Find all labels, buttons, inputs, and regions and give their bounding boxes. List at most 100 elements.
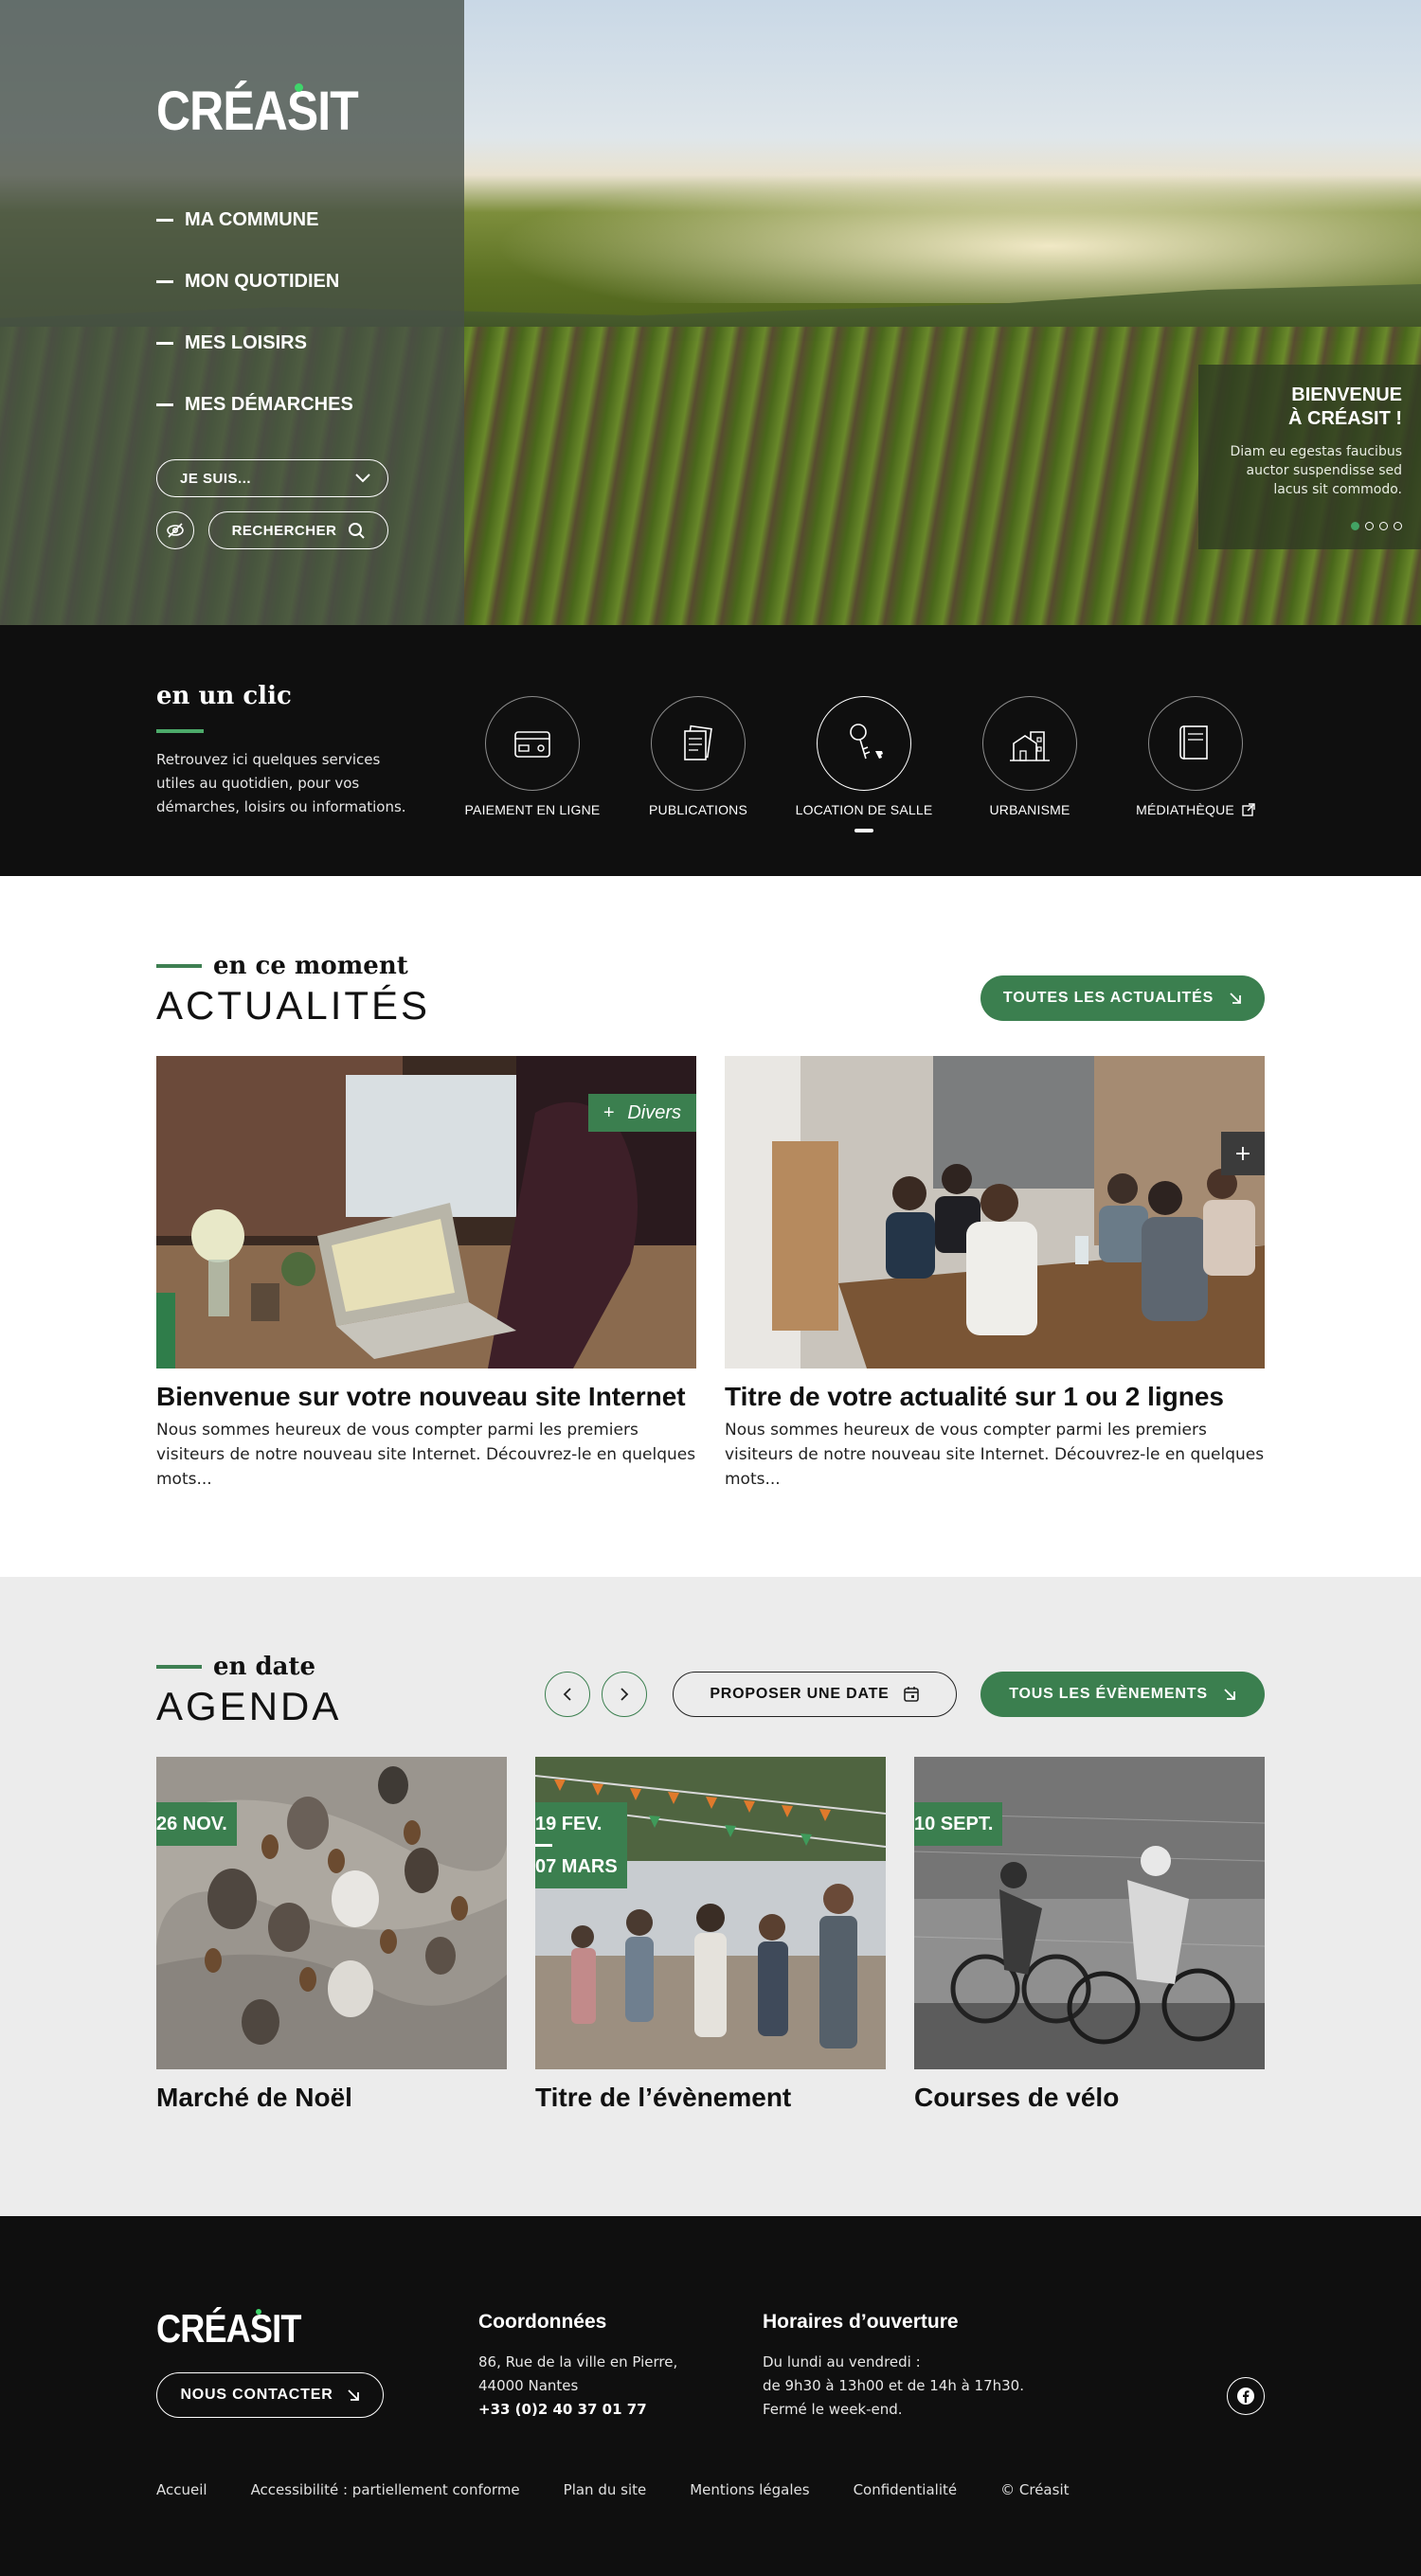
quick-item-urbanisme[interactable]: URBANISME: [949, 696, 1110, 817]
hours-title: Horaires d’ouverture: [763, 2311, 959, 2333]
meeting-photo: [725, 1056, 1265, 1368]
menu-item-commune[interactable]: MA COMMUNE: [156, 189, 353, 251]
welcome-title: BIENVENUE À CRÉASIT !: [1217, 384, 1402, 431]
event-image-market[interactable]: 19 FEV. 07 MARS: [535, 1757, 886, 2069]
facebook-icon: [1237, 2388, 1254, 2405]
footer-logo[interactable]: CRÉASIT: [156, 2306, 301, 2352]
main-menu: MA COMMUNE MON QUOTIDIEN MES LOISIRS MES…: [156, 189, 353, 436]
site-logo[interactable]: CRÉASIT: [156, 80, 359, 143]
footer-link-accessibilite[interactable]: Accessibilité : partiellement conforme: [251, 2481, 520, 2498]
menu-item-label: MON QUOTIDIEN: [185, 271, 340, 292]
menu-item-loisirs[interactable]: MES LOISIRS: [156, 313, 353, 374]
footer-link-plan-du-site[interactable]: Plan du site: [564, 2481, 647, 2498]
news-card-title[interactable]: Titre de votre actualité sur 1 ou 2 lign…: [725, 1382, 1265, 1412]
quick-item-label: URBANISME: [989, 802, 1070, 817]
slider-dots: [1351, 522, 1402, 530]
event-image-pinecones[interactable]: 26 NOV.: [156, 1757, 507, 2069]
news-image-meeting[interactable]: +: [725, 1056, 1265, 1368]
slider-dot-3[interactable]: [1379, 522, 1388, 530]
quick-title: en un clic: [156, 682, 292, 710]
news-card[interactable]: + Divers Bienvenue sur votre nouveau sit…: [156, 1056, 696, 1492]
category-tag-label: Divers: [627, 1101, 681, 1123]
news-kicker: en ce moment: [156, 952, 408, 980]
buildings-icon: [1010, 731, 1050, 761]
search-button[interactable]: RECHERCHER: [208, 511, 388, 549]
contact-button[interactable]: NOUS CONTACTER: [156, 2372, 384, 2418]
menu-item-quotidien[interactable]: MON QUOTIDIEN: [156, 251, 353, 313]
menu-item-label: MES LOISIRS: [185, 332, 307, 353]
all-events-button[interactable]: TOUS LES ÉVÈNEMENTS: [980, 1672, 1265, 1717]
quick-item-active-indicator: [854, 829, 873, 832]
propose-date-button[interactable]: PROPOSER UNE DATE: [673, 1672, 957, 1717]
phone-link[interactable]: +33 (0)2 40 37 01 77: [478, 2398, 677, 2422]
quick-item-circle: [817, 696, 911, 791]
news-card-title[interactable]: Bienvenue sur votre nouveau site Interne…: [156, 1382, 696, 1412]
je-suis-select[interactable]: JE SUIS...: [156, 459, 388, 497]
footer-link-accueil[interactable]: Accueil: [156, 2481, 207, 2498]
arrow-down-right-icon: [347, 2389, 359, 2401]
quick-item-label-row: MÉDIATHÈQUE: [1115, 802, 1276, 817]
calendar-icon: [903, 1687, 919, 1702]
category-tag[interactable]: + Divers: [587, 1094, 696, 1132]
address-line-2: 44000 Nantes: [478, 2377, 579, 2394]
slider-dot-2[interactable]: [1365, 522, 1374, 530]
news-image-laptop[interactable]: + Divers: [156, 1056, 696, 1368]
quick-item-circle: [651, 696, 746, 791]
event-title[interactable]: Marché de Noël: [156, 2083, 507, 2113]
footer-copyright: © Créasit: [1000, 2481, 1070, 2498]
contact-button-label: NOUS CONTACTER: [180, 2387, 333, 2403]
footer-link-confidentialite[interactable]: Confidentialité: [854, 2481, 958, 2498]
event-image-cycling[interactable]: 10 SEPT.: [914, 1757, 1265, 2069]
news-title: ACTUALITÉS: [156, 983, 431, 1028]
facebook-button[interactable]: [1227, 2377, 1265, 2415]
footer-link-mentions-legales[interactable]: Mentions légales: [690, 2481, 809, 2498]
slider-dot-1[interactable]: [1351, 522, 1359, 530]
agenda-next-button[interactable]: [602, 1672, 647, 1717]
quick-item-location-salle[interactable]: LOCATION DE SALLE: [783, 696, 944, 832]
all-news-button[interactable]: TOUTES LES ACTUALITÉS: [980, 975, 1265, 1021]
event-date-start: 19 FEV.: [535, 1814, 603, 1834]
agenda-kicker-text: en date: [213, 1653, 316, 1681]
welcome-title-line-2: À CRÉASIT !: [1288, 408, 1402, 429]
event-date-badge: 19 FEV. 07 MARS: [535, 1802, 627, 1888]
event-date: 10 SEPT.: [914, 1814, 994, 1834]
menu-item-demarches[interactable]: MES DÉMARCHES: [156, 374, 353, 436]
event-card[interactable]: 10 SEPT. Courses de vélo: [914, 1757, 1265, 2113]
plus-icon: +: [603, 1101, 615, 1123]
eye-slash-icon: [167, 523, 184, 538]
event-title[interactable]: Courses de vélo: [914, 2083, 1265, 2113]
news-card[interactable]: + Titre de votre actualité sur 1 ou 2 li…: [725, 1056, 1265, 1492]
welcome-slide-box: BIENVENUE À CRÉASIT ! Diam eu egestas fau…: [1198, 365, 1421, 549]
quick-access-section: en un clic Retrouvez ici quelques servic…: [0, 625, 1421, 876]
event-card[interactable]: 26 NOV. Marché de Noël: [156, 1757, 507, 2113]
search-icon: [349, 523, 366, 539]
hours-line-3: Fermé le week-end.: [763, 2401, 903, 2418]
accessibility-toggle-button[interactable]: [156, 511, 194, 549]
date-range-separator: [535, 1844, 552, 1847]
quick-item-label: MÉDIATHÈQUE: [1136, 802, 1234, 817]
quick-item-paiement[interactable]: PAIEMENT EN LIGNE: [452, 696, 613, 817]
quick-item-mediatheque[interactable]: MÉDIATHÈQUE: [1115, 696, 1276, 817]
event-date-badge: 26 NOV.: [156, 1802, 237, 1846]
event-card[interactable]: 19 FEV. 07 MARS Titre de l’évènement: [535, 1757, 886, 2113]
category-tag-collapsed[interactable]: +: [1221, 1132, 1265, 1175]
plus-icon: +: [1233, 1141, 1252, 1166]
footer-hours: Horaires d’ouverture Du lundi au vendred…: [763, 2311, 1024, 2422]
menu-item-label: MA COMMUNE: [185, 209, 319, 230]
news-card-excerpt: Nous sommes heureux de vous compter parm…: [156, 1421, 696, 1489]
hours-line-2: de 9h30 à 13h00 et de 14h à 17h30.: [763, 2377, 1024, 2394]
propose-date-label: PROPOSER UNE DATE: [710, 1686, 890, 1702]
quick-item-label: PUBLICATIONS: [648, 802, 748, 817]
agenda-prev-button[interactable]: [545, 1672, 590, 1717]
chevron-down-icon: [355, 474, 370, 483]
news-card-excerpt: Nous sommes heureux de vous compter parm…: [725, 1421, 1265, 1489]
event-title[interactable]: Titre de l’évènement: [535, 2083, 886, 2113]
menu-dash: [156, 219, 173, 222]
quick-item-publications[interactable]: PUBLICATIONS: [618, 696, 779, 817]
chevron-right-icon: [621, 1688, 629, 1701]
slider-dot-4[interactable]: [1394, 522, 1402, 530]
event-date: 26 NOV.: [156, 1814, 227, 1834]
card-icon: [514, 731, 550, 758]
welcome-text: Diam eu egestas faucibus auctor suspendi…: [1230, 444, 1402, 497]
footer-links: Accueil Accessibilité : partiellement co…: [156, 2481, 1070, 2498]
